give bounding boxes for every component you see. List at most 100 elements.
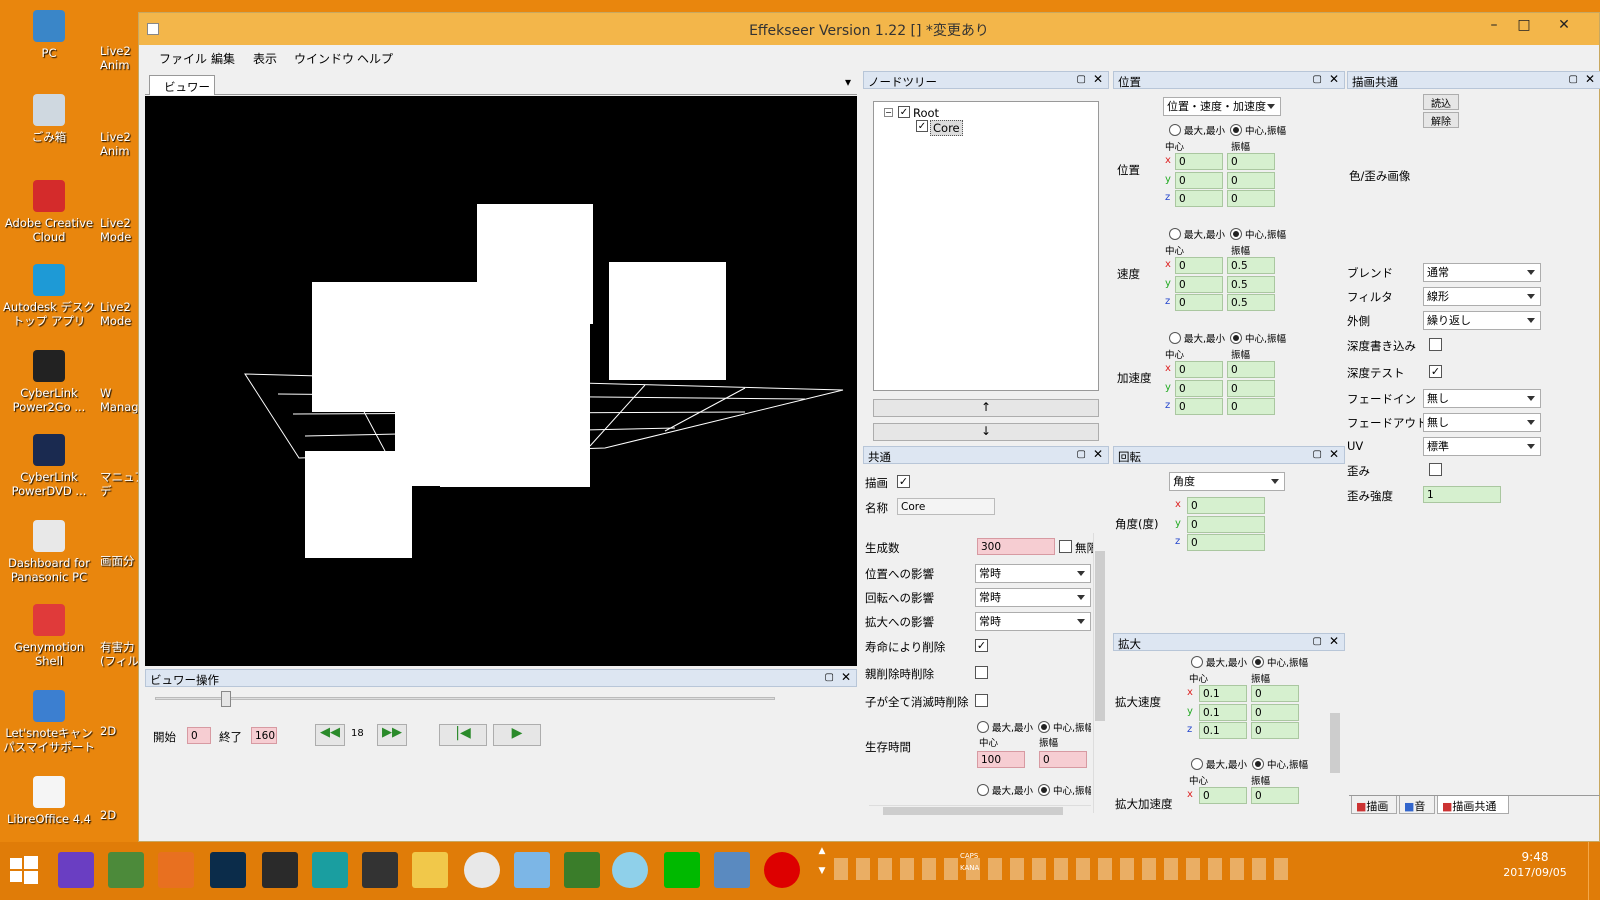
pin-icon[interactable]: ▢	[1569, 74, 1578, 85]
common-hscrollbar[interactable]	[869, 805, 1091, 815]
filter-select[interactable]: 線形	[1423, 287, 1541, 306]
desktop-icon-pc[interactable]: PC	[2, 10, 96, 60]
centerrange-radio[interactable]	[1230, 124, 1242, 136]
pin-icon[interactable]: ▢	[825, 672, 834, 683]
lifetime-center-input[interactable]: 100	[977, 751, 1025, 768]
velocity-range-y[interactable]: 0.5	[1227, 276, 1275, 293]
close-icon[interactable]: ✕	[1329, 447, 1339, 461]
scale-speed-center-y[interactable]: 0.1	[1199, 704, 1247, 721]
desktop-icon-libreoffice[interactable]: LibreOffice 4.4	[2, 776, 96, 826]
accel-range-x[interactable]: 0	[1227, 361, 1275, 378]
desktop-icon-adobe[interactable]: Adobe Creative Cloud	[2, 180, 96, 244]
scale-speed-range-z[interactable]: 0	[1251, 722, 1299, 739]
scale-scrollbar[interactable]	[1329, 653, 1341, 813]
load-image-button[interactable]: 読込	[1423, 94, 1459, 110]
scale-influence-select[interactable]: 常時	[975, 612, 1091, 631]
notepad-icon[interactable]	[514, 852, 550, 888]
move-up-button[interactable]: ↑	[873, 399, 1099, 417]
desktop-label[interactable]: Live2	[100, 216, 140, 230]
fadein-select[interactable]: 無し	[1423, 389, 1541, 408]
accel-center-z[interactable]: 0	[1175, 398, 1223, 415]
position-range-x[interactable]: 0	[1227, 153, 1275, 170]
centerrange-radio[interactable]	[1230, 228, 1242, 240]
pin-icon[interactable]: ▢	[1313, 636, 1322, 647]
desktop-label[interactable]: 有害力	[100, 640, 140, 654]
menu-edit[interactable]: 編集	[211, 50, 235, 67]
scrollbar-thumb[interactable]	[883, 807, 1063, 815]
rotation-x-input[interactable]: 0	[1187, 497, 1265, 514]
rewind-button[interactable]: ◀◀	[315, 724, 345, 746]
rotation-influence-select[interactable]: 常時	[975, 588, 1091, 607]
minmax-radio[interactable]	[1191, 758, 1203, 770]
desktop-label[interactable]: Live2	[100, 130, 140, 144]
velocity-center-x[interactable]: 0	[1175, 257, 1223, 274]
desktop-label[interactable]: マニュア	[100, 470, 140, 484]
move-down-button[interactable]: ↓	[873, 423, 1099, 441]
minmax-radio[interactable]	[977, 721, 989, 733]
close-icon[interactable]: ✕	[1093, 447, 1103, 461]
velocity-range-x[interactable]: 0.5	[1227, 257, 1275, 274]
tab-render-common[interactable]: ■描画共通	[1437, 796, 1509, 814]
menu-help[interactable]: ヘルプ	[357, 50, 393, 67]
position-mode-select[interactable]: 位置・速度・加速度	[1163, 97, 1281, 116]
timeline-track[interactable]	[155, 697, 775, 700]
rgb-checker-icon[interactable]	[262, 852, 298, 888]
menu-file[interactable]: ファイル	[159, 50, 207, 67]
minmax-radio[interactable]	[977, 784, 989, 796]
rotation-mode-select[interactable]: 角度	[1169, 472, 1285, 491]
end-frame-input[interactable]: 160	[251, 727, 277, 744]
core-checkbox[interactable]: ✓	[916, 120, 928, 132]
minmax-radio[interactable]	[1169, 332, 1181, 344]
pin-icon[interactable]: ▢	[1313, 449, 1322, 460]
accel-center-y[interactable]: 0	[1175, 380, 1223, 397]
root-checkbox[interactable]: ✓	[898, 106, 910, 118]
clock-time[interactable]: 9:48	[1500, 850, 1570, 864]
rotation-y-input[interactable]: 0	[1187, 516, 1265, 533]
title-bar[interactable]: Effekseer Version 1.22 [] *変更あり – □ ✕	[139, 13, 1599, 45]
close-icon[interactable]: ✕	[841, 670, 851, 684]
scale-accel-center-x[interactable]: 0	[1199, 787, 1247, 804]
window-app-icon[interactable]	[714, 852, 750, 888]
generation-count-input[interactable]: 300	[977, 538, 1055, 555]
unload-image-button[interactable]: 解除	[1423, 112, 1459, 128]
minimize-button[interactable]: –	[1479, 17, 1509, 33]
parent-delete-checkbox[interactable]	[975, 666, 988, 679]
minmax-radio[interactable]	[1169, 124, 1181, 136]
start-frame-input[interactable]: 0	[187, 727, 211, 744]
lifetime-range-input[interactable]: 0	[1039, 751, 1087, 768]
life-delete-checkbox[interactable]: ✓	[975, 639, 988, 652]
position-center-x[interactable]: 0	[1175, 153, 1223, 170]
desktop-label[interactable]: Live2	[100, 44, 140, 58]
fast-forward-button[interactable]: ▶▶	[377, 724, 407, 746]
velocity-center-y[interactable]: 0	[1175, 276, 1223, 293]
tray-icons[interactable]	[834, 858, 1294, 880]
scrollbar-thumb[interactable]	[1095, 551, 1105, 721]
uv-select[interactable]: 標準	[1423, 437, 1541, 456]
film-icon[interactable]	[362, 852, 398, 888]
position-center-z[interactable]: 0	[1175, 190, 1223, 207]
position-center-y[interactable]: 0	[1175, 172, 1223, 189]
close-icon[interactable]: ✕	[1585, 72, 1595, 86]
scale-speed-center-x[interactable]: 0.1	[1199, 685, 1247, 702]
show-desktop-button[interactable]	[1588, 842, 1600, 900]
velocity-center-z[interactable]: 0	[1175, 294, 1223, 311]
r-app-icon[interactable]	[564, 852, 600, 888]
go-to-start-button[interactable]: |◀	[439, 724, 487, 746]
close-icon[interactable]: ✕	[1093, 72, 1103, 86]
paint-app-icon[interactable]	[158, 852, 194, 888]
maya-icon[interactable]	[312, 852, 348, 888]
desktop-icon-power2go[interactable]: CyberLink Power2Go ...	[2, 350, 96, 414]
minmax-radio[interactable]	[1169, 228, 1181, 240]
viewer-canvas[interactable]	[145, 96, 857, 666]
accel-range-z[interactable]: 0	[1227, 398, 1275, 415]
desktop-label[interactable]: 2D	[100, 808, 140, 822]
centerrange-radio[interactable]	[1252, 758, 1264, 770]
viewer-dropdown-icon[interactable]: ▾	[845, 75, 851, 89]
chrome-icon[interactable]	[464, 852, 500, 888]
maximize-button[interactable]: □	[1509, 17, 1539, 33]
desktop-icon-letsnote[interactable]: Let'snoteキャンパスマイサポート	[2, 690, 96, 754]
accel-center-x[interactable]: 0	[1175, 361, 1223, 378]
accel-range-y[interactable]: 0	[1227, 380, 1275, 397]
close-button[interactable]: ✕	[1549, 17, 1579, 33]
centerrange-radio[interactable]	[1230, 332, 1242, 344]
